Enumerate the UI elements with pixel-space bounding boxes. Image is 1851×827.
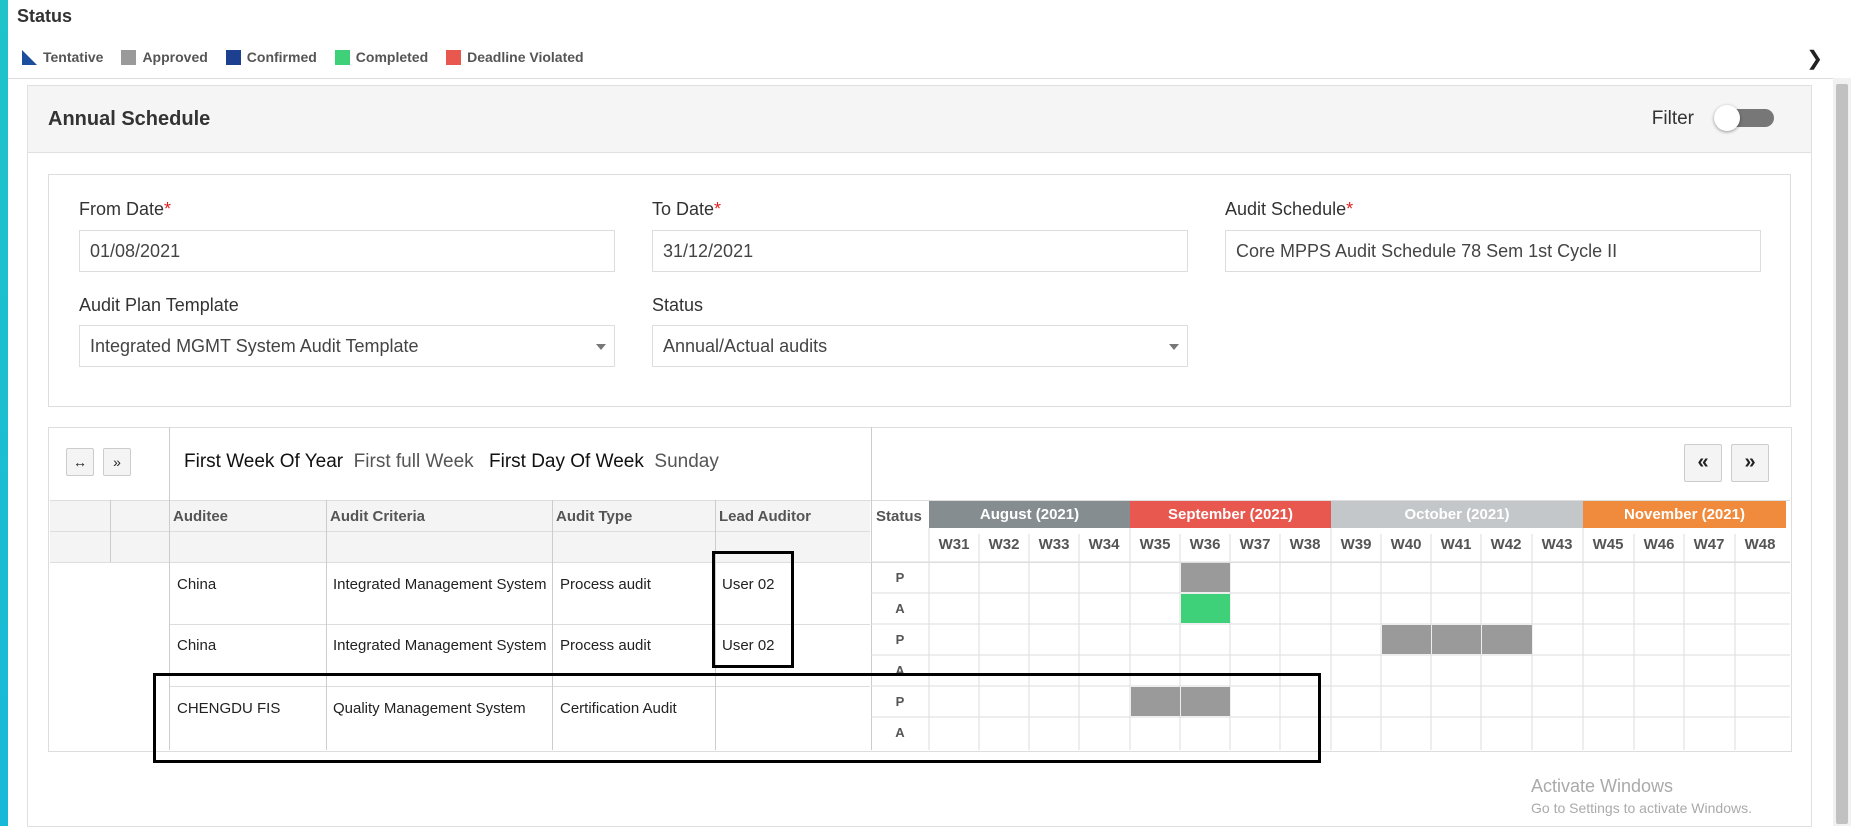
card-title: Annual Schedule — [48, 108, 211, 130]
legend-completed: Completed — [334, 49, 428, 65]
filter-toggle[interactable] — [1714, 105, 1774, 131]
toggle-knob[interactable] — [1714, 105, 1740, 131]
col-audit-type[interactable]: Audit Type — [556, 508, 632, 525]
first-day-info: First Day Of Week Sunday — [489, 451, 719, 472]
from-date-input[interactable]: 01/08/2021 — [79, 230, 615, 272]
confirmed-swatch-icon — [225, 49, 241, 65]
audit-schedule-input[interactable]: Core MPPS Audit Schedule 78 Sem 1st Cycl… — [1225, 230, 1761, 272]
status-label: Status — [652, 295, 704, 315]
collapse-next-button[interactable]: » — [103, 448, 131, 476]
row-2-type: Process audit — [560, 637, 651, 654]
status-legend-bar: Status Tentative Approved Confirmed Comp… — [8, 0, 1851, 79]
audit-plan-template-label: Audit Plan Template — [79, 295, 239, 315]
row-1-planned-block-w36[interactable] — [1181, 563, 1230, 592]
chengdu-row-highlight-box — [153, 673, 1321, 763]
row-1-auditee: China — [177, 576, 217, 593]
filter-label: Filter — [1651, 108, 1694, 129]
row-2-auditee: China — [177, 637, 217, 654]
legend-approved: Approved — [121, 49, 208, 65]
legend-confirmed: Confirmed — [225, 49, 317, 65]
row-2-planned-block-w42[interactable] — [1482, 625, 1532, 654]
legend-tentative: Tentative — [22, 49, 103, 65]
activate-windows-title: Activate Windows — [1531, 776, 1674, 796]
prev-period-button[interactable]: « — [1684, 444, 1722, 482]
from-date-label: From Date* — [79, 199, 172, 219]
first-week-info: First Week Of Year First full Week — [184, 451, 474, 472]
left-accent-strip — [0, 0, 8, 826]
audit-plan-template-select[interactable]: Integrated MGMT System Audit Template — [79, 325, 615, 367]
row-1-actual-label: A — [895, 601, 905, 616]
triangle-swatch-icon — [22, 49, 37, 65]
col-status: Status — [876, 508, 922, 525]
to-date-input[interactable]: 31/12/2021 — [652, 230, 1188, 272]
scrollbar-thumb[interactable] — [1836, 84, 1848, 824]
card-header: Annual Schedule Filter — [28, 86, 1811, 153]
row-2-criteria: Integrated Management System — [333, 637, 547, 654]
expand-button[interactable]: ↔ — [66, 448, 94, 476]
legend: Tentative Approved Confirmed Completed D… — [22, 49, 584, 65]
schedule-form: From Date* 01/08/2021 To Date* 31/12/202… — [48, 174, 1791, 407]
row-2-planned-label: P — [895, 632, 905, 647]
audit-schedule-label: Audit Schedule* — [1225, 199, 1354, 219]
row-1-actual-block-w36[interactable] — [1181, 594, 1230, 623]
lead-auditor-highlight-box — [712, 551, 794, 668]
row-2-planned-block-w40[interactable] — [1382, 625, 1431, 654]
col-lead-auditor[interactable]: Lead Auditor — [719, 508, 811, 525]
col-audit-criteria[interactable]: Audit Criteria — [330, 508, 425, 525]
completed-swatch-icon — [334, 49, 350, 65]
month-september: September (2021) — [1130, 501, 1331, 528]
approved-swatch-icon — [121, 49, 137, 65]
to-date-label: To Date* — [652, 199, 722, 219]
status-select[interactable]: Annual/Actual audits — [652, 325, 1188, 367]
next-period-button[interactable]: » — [1731, 444, 1769, 482]
row-1-planned-label: P — [895, 570, 905, 585]
legend-deadline-violated: Deadline Violated — [446, 49, 584, 65]
row-2-planned-block-w41[interactable] — [1432, 625, 1481, 654]
chevron-down-icon — [596, 344, 606, 350]
chevron-right-icon[interactable]: ❯ — [1806, 46, 1823, 71]
row-1-type: Process audit — [560, 576, 651, 593]
row-1-criteria: Integrated Management System — [333, 576, 547, 593]
month-august: August (2021) — [929, 501, 1130, 528]
activate-windows-subtitle: Go to Settings to activate Windows. — [1531, 800, 1752, 816]
month-november: November (2021) — [1583, 501, 1786, 528]
deadline-swatch-icon — [446, 49, 462, 65]
chevron-down-icon — [1169, 344, 1179, 350]
month-october: October (2021) — [1331, 501, 1583, 528]
status-title: Status — [17, 6, 73, 26]
col-auditee[interactable]: Auditee — [173, 508, 228, 525]
